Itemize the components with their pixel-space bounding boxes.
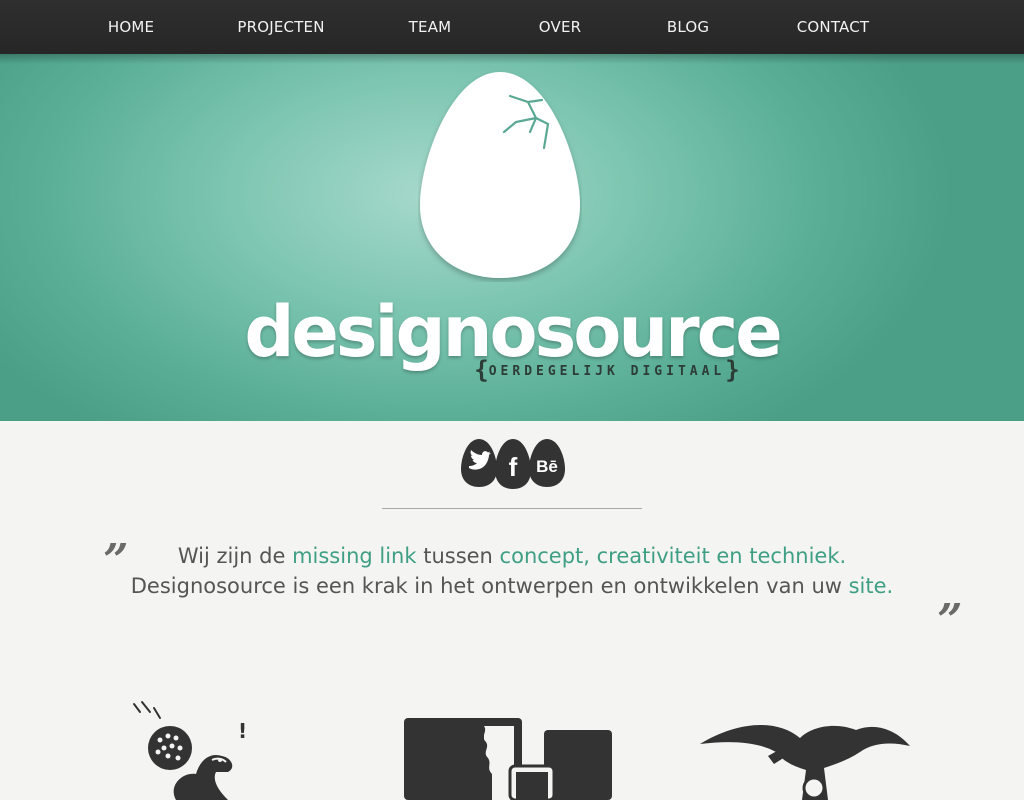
devices-illustration	[404, 718, 612, 800]
intro-quote: Wij zijn de missing link tussen concept,…	[0, 541, 1024, 601]
brace-close: }	[725, 356, 740, 384]
tagline-text: OERDEGELIJK DIGITAAL	[488, 364, 726, 379]
quote-text: Designosource is een krak in het ontwerp…	[130, 574, 849, 598]
quote-highlight: concept, creativiteit en techniek.	[499, 544, 847, 568]
social-links: f Bē	[460, 438, 570, 492]
nav-team[interactable]: TEAM	[409, 0, 452, 54]
quote-line-1: Wij zijn de missing link tussen concept,…	[0, 541, 1024, 571]
cracked-egg-logo-icon	[420, 72, 580, 278]
hero-banner: designosource {OERDEGELIJK DIGITAAL}	[0, 54, 1024, 421]
top-navigation: HOME PROJECTEN TEAM OVER BLOG CONTACT	[0, 0, 1024, 55]
quote-text: Wij zijn de	[177, 544, 293, 568]
brace-open: {	[474, 356, 489, 384]
hero-top-shadow	[0, 54, 1024, 64]
quote-close-mark: „	[938, 570, 964, 621]
quote-highlight: missing link	[292, 544, 417, 568]
quote-line-2: Designosource is een krak in het ontwerp…	[0, 571, 1024, 601]
twitter-icon[interactable]	[460, 438, 498, 488]
behance-glyph: Bē	[536, 457, 558, 476]
exclaim-mark: !	[238, 719, 247, 743]
dino-with-egg-illustration: !	[133, 701, 247, 800]
behance-icon[interactable]: Bē	[528, 438, 566, 488]
quote-text: tussen	[416, 544, 500, 568]
brand-tagline: {OERDEGELIJK DIGITAAL}	[0, 356, 1024, 384]
nav-projecten[interactable]: PROJECTEN	[237, 0, 324, 54]
facebook-glyph: f	[509, 452, 518, 482]
nav-contact[interactable]: CONTACT	[797, 0, 870, 54]
nav-home[interactable]: HOME	[108, 0, 154, 54]
nav-blog[interactable]: BLOG	[667, 0, 709, 54]
section-divider	[382, 508, 642, 509]
pterodactyl-illustration	[700, 725, 910, 800]
nav-over[interactable]: OVER	[539, 0, 582, 54]
quote-highlight: site.	[848, 574, 894, 598]
facebook-icon[interactable]: f	[494, 438, 532, 490]
